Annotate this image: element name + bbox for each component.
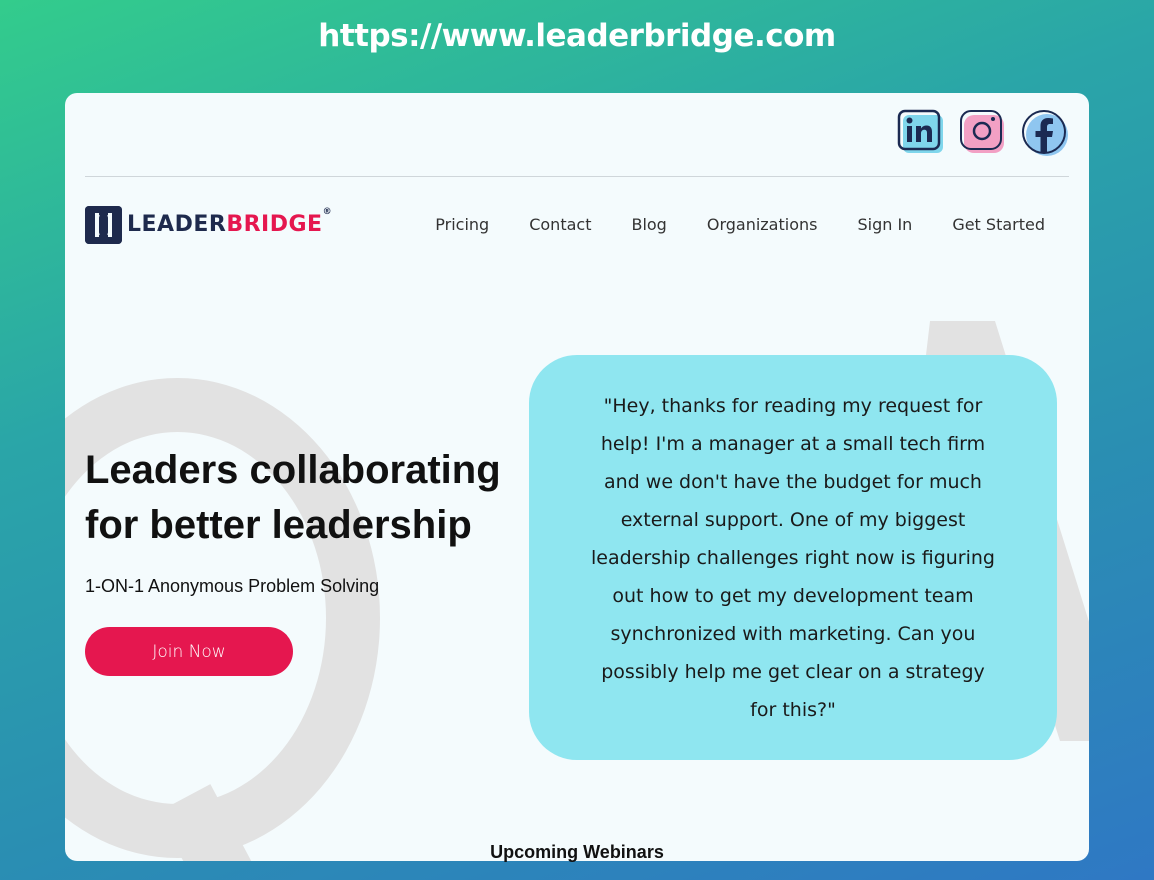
website-card: LEADERBRIDGE® Pricing Contact Blog Organ… [65, 93, 1089, 861]
logo-registered-mark: ® [322, 207, 333, 217]
upcoming-webinars-heading: Upcoming Webinars [490, 842, 664, 862]
nav-contact[interactable]: Contact [529, 215, 591, 234]
nav-get-started[interactable]: Get Started [952, 215, 1045, 234]
hero-subtitle: 1-ON-1 Anonymous Problem Solving [85, 576, 380, 596]
logo-text: LEADERBRIDGE® [127, 208, 332, 237]
testimonial-quote-text: "Hey, thanks for reading my request for … [590, 394, 995, 721]
social-links [897, 109, 1069, 157]
linkedin-icon[interactable] [897, 109, 945, 157]
url-banner: https://www.leaderbridge.com [318, 18, 836, 54]
join-now-button[interactable]: Join Now [85, 627, 293, 676]
logo-mark-icon [85, 206, 122, 244]
logo-text-bridge: BRIDGE [226, 212, 323, 237]
header-divider [85, 176, 1069, 177]
main-nav: Pricing Contact Blog Organizations Sign … [435, 215, 1045, 234]
nav-sign-in[interactable]: Sign In [857, 215, 912, 234]
leaderbridge-logo[interactable]: LEADERBRIDGE® [85, 206, 332, 244]
nav-organizations[interactable]: Organizations [707, 215, 818, 234]
hero-title: Leaders collaborating for better leaders… [85, 448, 501, 547]
nav-pricing[interactable]: Pricing [435, 215, 489, 234]
logo-text-leader: LEADER [127, 212, 227, 237]
testimonial-quote-card: "Hey, thanks for reading my request for … [529, 355, 1057, 760]
facebook-icon[interactable] [1021, 109, 1069, 157]
nav-blog[interactable]: Blog [631, 215, 666, 234]
instagram-icon[interactable] [959, 109, 1007, 157]
